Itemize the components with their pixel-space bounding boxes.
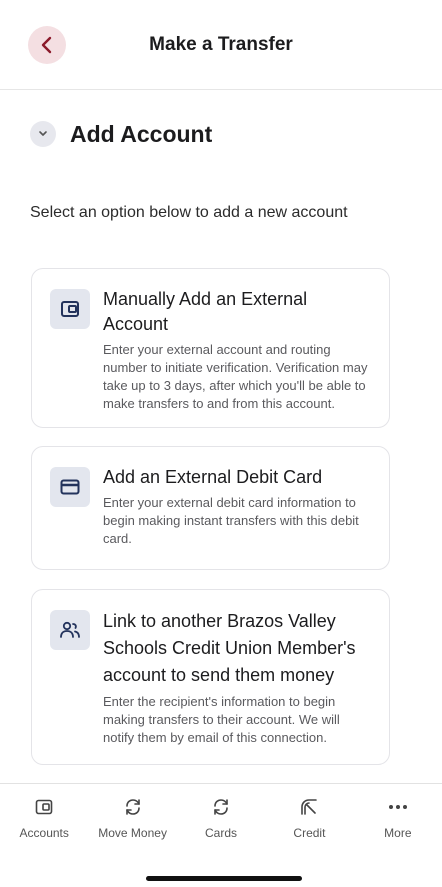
option-card-debit-card[interactable]: Add an External Debit Card Enter your ex… [31,446,390,570]
option-title: Manually Add an External Account [103,289,308,334]
nav-label: Cards [205,826,238,840]
nav-label: More [384,826,412,840]
header: Make a Transfer [0,0,442,90]
nav-label: Accounts [19,826,69,840]
transfer-icon [214,799,228,815]
nav-item-cards[interactable]: Cards [177,784,265,851]
wallet-icon [35,799,53,815]
instruction-text: Select an option below to add a new acco… [30,204,348,221]
section-title: Add Account [70,120,213,147]
nav-item-more[interactable]: More [354,784,442,851]
collapse-toggle[interactable] [30,121,56,147]
wallet-icon [61,301,79,317]
option-description: Enter your external account and routing … [103,342,368,411]
make-transfer-screen: Make a Transfer Add Account Select an op… [0,0,442,887]
option-title: Add an External Debit Card [103,467,323,487]
nav-label: Credit [293,826,326,840]
back-button[interactable] [28,26,66,64]
card-icon-tile [50,610,90,650]
option-description: Enter the recipient's information to beg… [103,694,340,745]
transfer-icon [125,799,140,815]
users-icon [60,621,80,638]
option-card-link-member[interactable]: Link to another Brazos Valley Schools Cr… [31,589,390,765]
nav-item-move-money[interactable]: Move Money [88,784,176,851]
add-account-section-header[interactable]: Add Account [30,116,212,152]
option-card-external-account[interactable]: Manually Add an External Account Enter y… [31,268,390,428]
card-icon-tile [50,467,90,507]
nav-item-accounts[interactable]: Accounts [0,784,88,851]
gauge-icon [301,799,318,815]
bottom-nav: Accounts Move Money Cards Credit More [0,783,442,851]
more-icon [388,805,407,809]
card-icon-tile [50,289,90,329]
option-title: Link to another Brazos Valley Schools Cr… [103,611,356,685]
chevron-down-icon [39,131,47,136]
page-title: Make a Transfer [149,33,293,55]
nav-item-credit[interactable]: Credit [265,784,353,851]
nav-label: Move Money [98,826,167,840]
option-description: Enter your external debit card informati… [103,495,359,546]
credit-card-icon [60,479,80,495]
home-indicator [146,876,302,881]
chevron-left-icon [41,36,52,54]
